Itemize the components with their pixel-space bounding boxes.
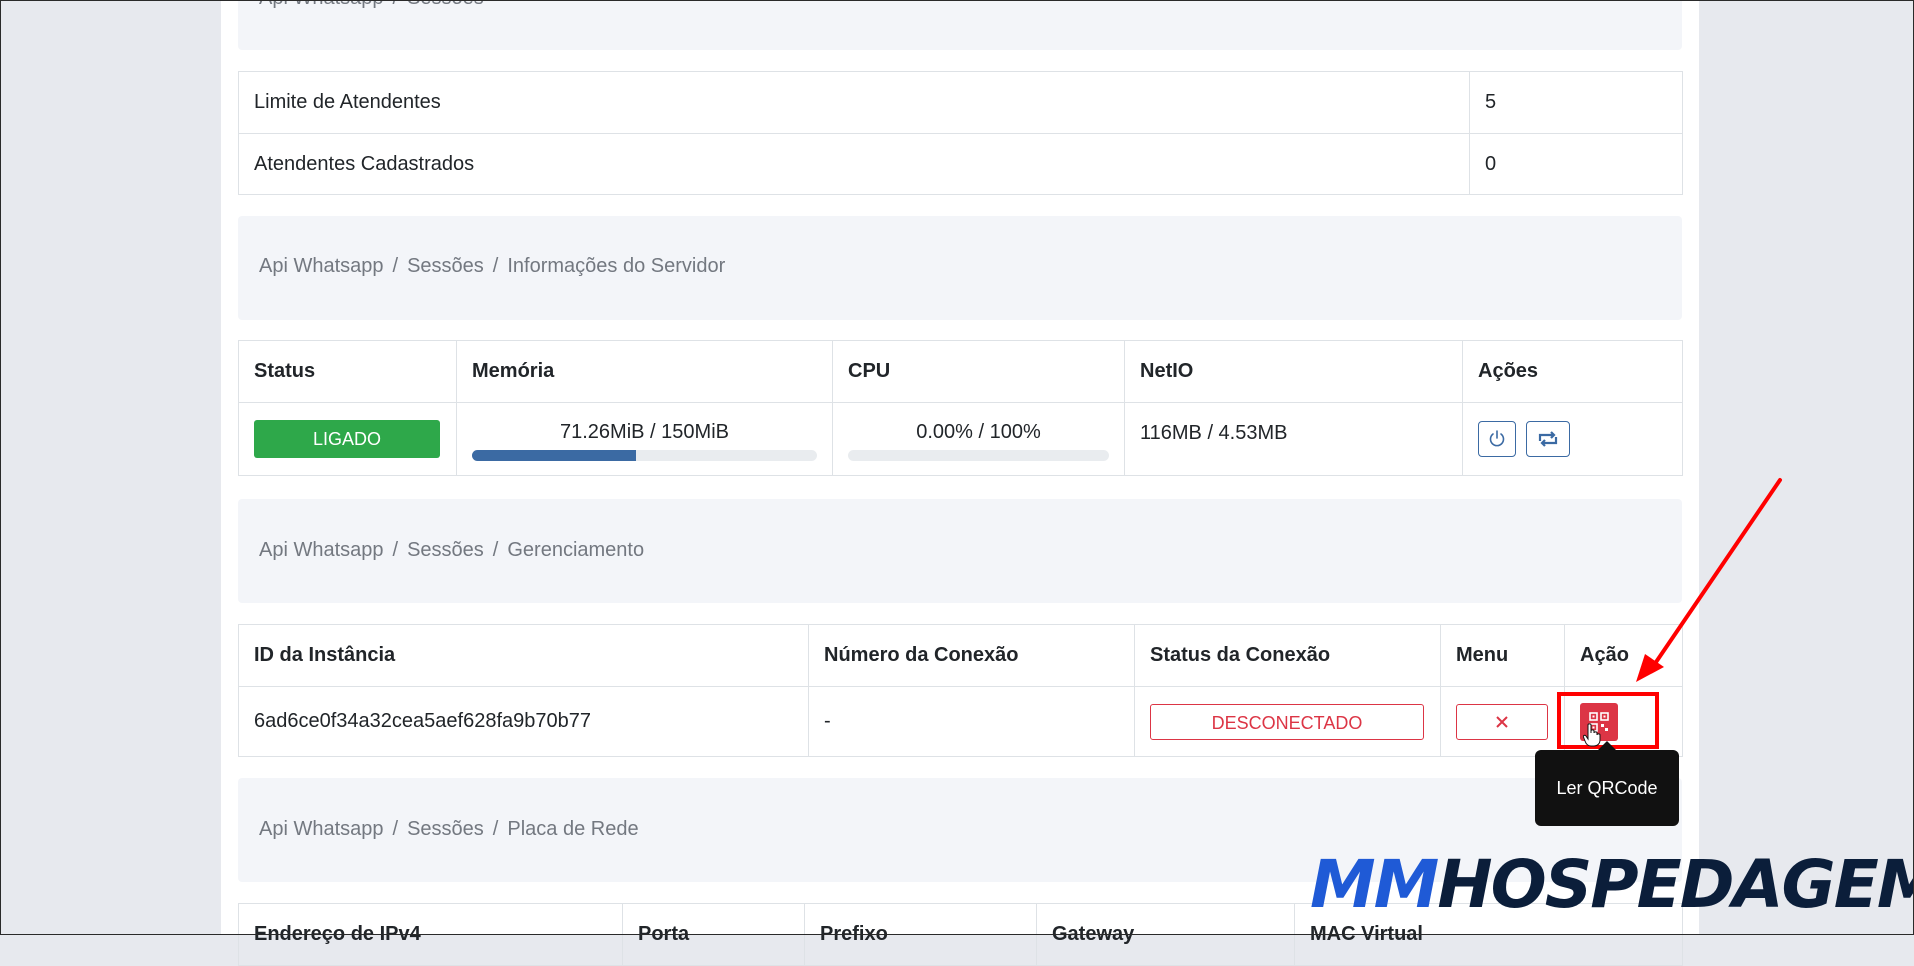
watermark-part-mm: MM [1310,846,1439,923]
arrow-line [1650,478,1782,670]
cursor-hand-icon [1583,723,1601,747]
watermark-part-hospedagem: HOSPEDAGEM [1437,846,1914,923]
watermark-logo: MMHOSPEDAGEM [1310,846,1914,923]
tooltip: Ler QRCode [1535,750,1679,826]
